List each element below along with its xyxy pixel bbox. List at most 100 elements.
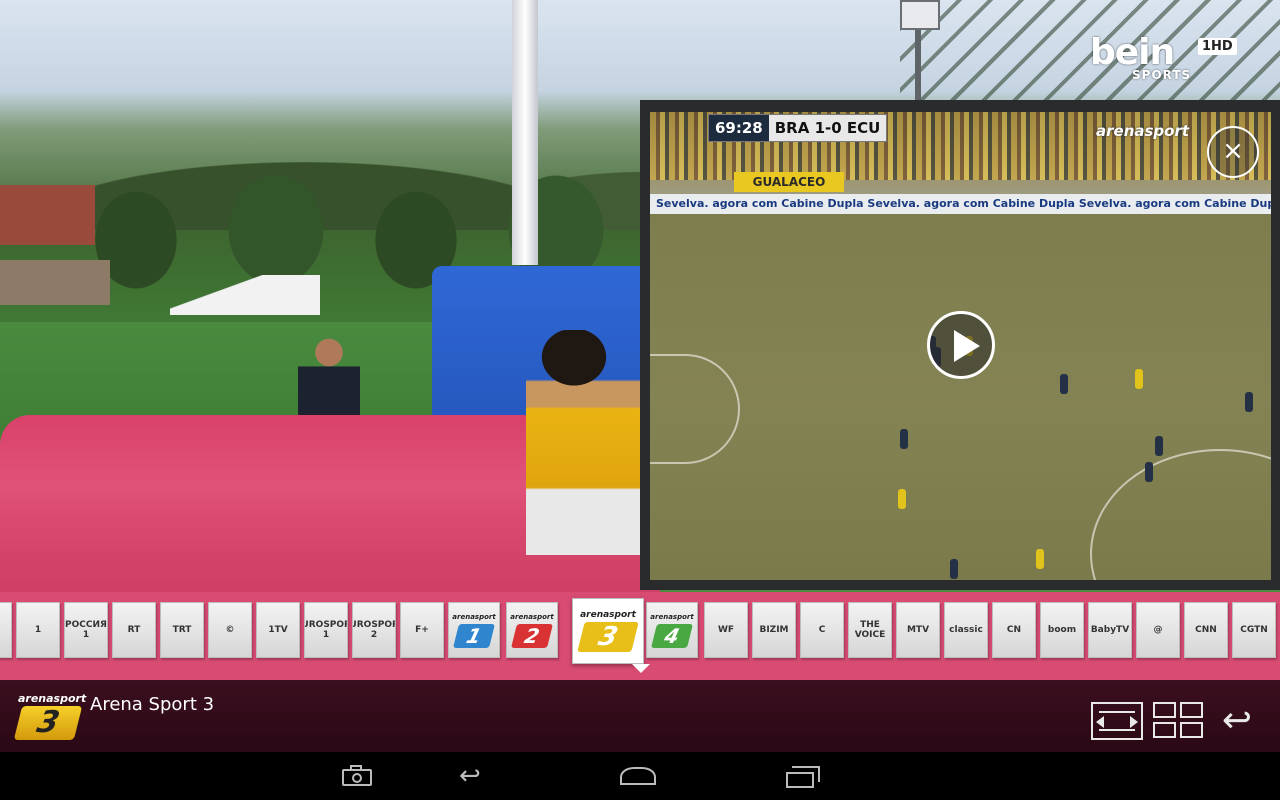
channel-strip[interactable]: tve 1 РОССИЯ 1 RT TRT © 1TV EUROSPORT 1 EUROSPOR… — [0, 592, 1280, 680]
grid-view-icon — [1153, 702, 1176, 718]
player — [1155, 436, 1163, 456]
play-icon — [954, 330, 980, 362]
pitch-marking — [1090, 449, 1271, 580]
back-arrow-icon: ↩ — [1221, 700, 1253, 741]
channel-logo-label: boom — [1047, 625, 1077, 635]
channel-logo-label: MTV — [906, 625, 930, 635]
channel-tile-cubavision[interactable]: C — [800, 602, 844, 658]
channel-tile-rossiya1[interactable]: РОССИЯ 1 — [64, 602, 108, 658]
channel-tile-tve[interactable]: tve — [0, 602, 12, 658]
channel-logo-label: EUROSPORT 1 — [305, 620, 347, 640]
channel-tile-swirl-orange[interactable]: @ — [1136, 602, 1180, 658]
channel-logo-label: @ — [1153, 625, 1163, 635]
player — [1060, 374, 1068, 394]
channel-logo-label: CN — [1006, 625, 1022, 635]
match-clock: 69:28 — [709, 115, 769, 141]
nav-home-button[interactable] — [620, 764, 658, 788]
selected-channel-pointer — [632, 664, 650, 673]
channel-tile-trt[interactable]: TRT — [160, 602, 204, 658]
player — [898, 489, 906, 509]
arrow-left-icon — [1096, 716, 1104, 728]
scorebug: 69:28 BRA 1-0 ECU — [708, 114, 888, 142]
channel-logo-label: CGTN — [1240, 625, 1268, 635]
close-icon: × — [1222, 136, 1244, 166]
channel-number: 3 — [13, 705, 83, 740]
high-jump-pole — [512, 0, 538, 265]
nav-recents-button[interactable] — [786, 764, 820, 788]
channel-tile-cnn[interactable]: CNN — [1184, 602, 1228, 658]
channel-tile-bizim[interactable]: BIZIM — [752, 602, 796, 658]
channel-title: Arena Sport 3 — [90, 694, 215, 715]
preview-video[interactable]: GUALACEO Sevelva. agora com Cabine Dupla… — [650, 112, 1271, 580]
player — [1245, 392, 1253, 412]
grid-cell — [1180, 722, 1203, 738]
recents-icon — [786, 772, 814, 788]
bein-sports-logo: bein 1HD SPORTS — [1090, 32, 1237, 82]
channel-tile-babytv[interactable]: BabyTV — [1088, 602, 1132, 658]
channel-logo-label: THE VOICE — [854, 620, 886, 640]
pitch-marking — [650, 354, 740, 464]
arenasport-logo: arenasport 1 — [449, 603, 499, 657]
hd-badge: 1HD — [1198, 38, 1237, 55]
building — [0, 185, 95, 245]
channel-info-bar: arenasport 3 Arena Sport 3 ↩ — [0, 680, 1280, 752]
channel-tile-thevoice[interactable]: THE VOICE — [848, 602, 892, 658]
channel-tile-wf[interactable]: WF — [704, 602, 748, 658]
channel-tile-arena1[interactable]: arenasport 1 — [448, 602, 500, 658]
tv-app-screen: bein 1HD SPORTS GUALACEO Sevelva. agora … — [0, 0, 1280, 800]
channel-logo-label: 1 — [34, 625, 42, 635]
player — [1036, 549, 1044, 569]
channel-tile-mtv[interactable]: MTV — [896, 602, 940, 658]
adboard-yellow: GUALACEO — [734, 172, 844, 192]
channel-brand-label: arenasport — [650, 613, 694, 621]
channel-logo-label: 1TV — [268, 625, 288, 635]
channel-tile-channel-swirl[interactable]: © — [208, 602, 252, 658]
channel-tile-classic[interactable]: classic — [944, 602, 988, 658]
adboard: Sevelva. agora com Cabine Dupla Sevelva.… — [650, 194, 1271, 214]
channel-preview-popup: GUALACEO Sevelva. agora com Cabine Dupla… — [640, 100, 1280, 590]
channel-tile-arena4[interactable]: arenasport 4 — [646, 602, 698, 658]
system-navigation-bar: ↩ — [0, 752, 1280, 800]
channel-logo-label: BabyTV — [1090, 625, 1130, 635]
home-icon — [620, 767, 656, 785]
channel-number-label: 1 — [453, 624, 495, 648]
arenasport-watermark: arenasport — [1096, 122, 1190, 140]
channel-tile-eurosport1[interactable]: EUROSPORT 1 — [304, 602, 348, 658]
channel-tile-rt[interactable]: RT — [112, 602, 156, 658]
nav-back-button[interactable]: ↩ — [459, 763, 495, 789]
camera-lens — [352, 773, 362, 783]
player — [900, 429, 908, 449]
channel-tile-boomerang[interactable]: boom — [1040, 602, 1084, 658]
channel-tile-perviy[interactable]: 1 — [16, 602, 60, 658]
back-button[interactable]: ↩ — [1214, 702, 1260, 740]
player — [950, 559, 958, 579]
player — [1145, 462, 1153, 482]
channel-tile-cn[interactable]: CN — [992, 602, 1036, 658]
channel-logo-label: TRT — [172, 625, 192, 635]
building — [0, 260, 110, 305]
screenshot-button[interactable] — [342, 764, 372, 788]
channel-number-label: 2 — [511, 624, 553, 648]
channel-logo-label: BIZIM — [759, 625, 789, 635]
channel-number-label: 3 — [577, 622, 639, 652]
football-pitch — [650, 214, 1271, 580]
channel-logo-label: F+ — [415, 625, 429, 635]
channel-logo-label: C — [818, 625, 826, 635]
channel-logo-label: WF — [717, 625, 735, 635]
grid-cell — [1180, 702, 1203, 718]
channel-tile-fplus[interactable]: F+ — [400, 602, 444, 658]
channel-tile-extra[interactable]: CGTN — [1232, 602, 1276, 658]
aspect-ratio-button[interactable] — [1091, 702, 1143, 740]
channel-tile-1tv[interactable]: 1TV — [256, 602, 300, 658]
channel-logo-label: © — [225, 625, 235, 635]
grid-view-button[interactable] — [1153, 702, 1205, 740]
channel-tile-arena3[interactable]: arenasport 3 — [572, 598, 644, 664]
close-preview-button[interactable]: × — [1207, 126, 1259, 178]
arrow-right-icon — [1130, 716, 1138, 728]
channel-tile-arena2[interactable]: arenasport 2 — [506, 602, 558, 658]
arenasport-logo: arenasport 3 — [573, 599, 643, 663]
channel-brand-label: arenasport — [452, 613, 496, 621]
channel-tile-eurosport2[interactable]: EUROSPORT 2 — [352, 602, 396, 658]
play-button[interactable] — [927, 311, 995, 379]
athlete — [526, 330, 646, 555]
